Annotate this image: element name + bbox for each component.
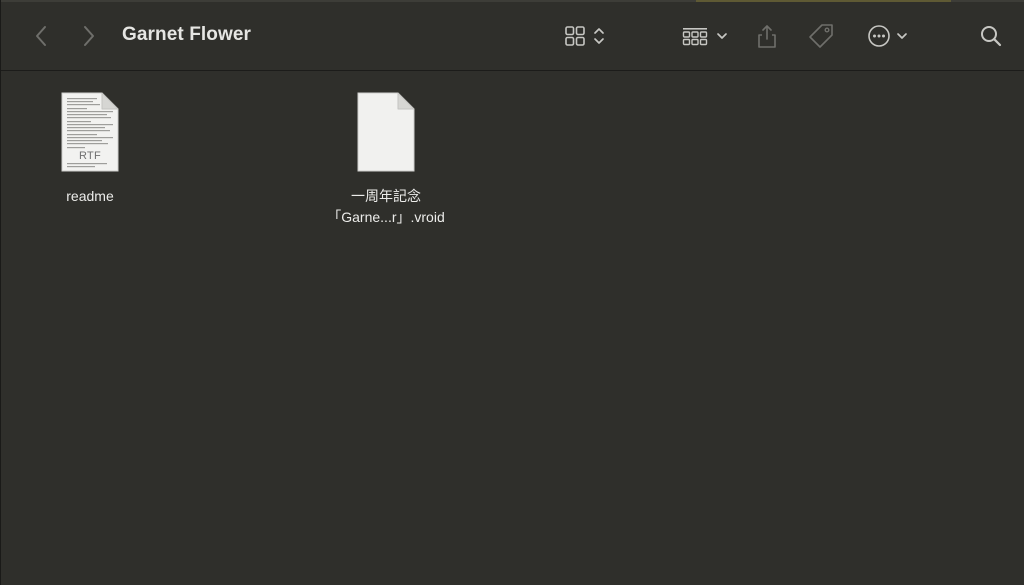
search-icon — [981, 26, 1002, 47]
window-title: Garnet Flower — [122, 24, 252, 45]
back-button[interactable] — [29, 22, 53, 50]
group-button[interactable] — [677, 22, 733, 50]
chevron-down-icon — [897, 33, 907, 39]
chevron-down-icon — [717, 33, 727, 39]
up-down-chevron-icon — [594, 28, 604, 44]
file-item-readme[interactable]: RTF readme — [10, 92, 170, 207]
share-icon — [758, 25, 776, 48]
finder-window: Garnet Flower RTF readme 一周年記念 「Garne...… — [0, 0, 1024, 585]
file-grid: RTF readme 一周年記念 「Garne...r」.vroid — [1, 71, 1024, 585]
grid-view-icon — [565, 26, 585, 46]
toolbar: Garnet Flower — [1, 2, 1024, 71]
more-actions-button[interactable] — [863, 22, 913, 50]
file-name: 一周年記念 「Garne...r」.vroid — [327, 186, 444, 228]
chevron-right-icon — [84, 26, 94, 46]
share-button[interactable] — [753, 20, 781, 52]
chevron-left-icon — [36, 26, 46, 46]
view-mode-button[interactable] — [559, 22, 611, 50]
file-name: readme — [66, 188, 114, 204]
file-item-vroid[interactable]: 一周年記念 「Garne...r」.vroid — [306, 92, 466, 228]
file-kind-label: RTF — [78, 150, 102, 162]
rtf-document-icon: RTF — [60, 92, 120, 172]
generic-document-icon — [356, 92, 416, 172]
tag-icon — [809, 24, 833, 48]
ellipsis-circle-icon — [868, 25, 890, 47]
file-name-line-1: 一周年記念 — [350, 188, 421, 204]
forward-button[interactable] — [77, 22, 101, 50]
file-name-line-2: 「Garne...r」.vroid — [327, 209, 445, 225]
search-button[interactable] — [977, 22, 1005, 50]
tag-button[interactable] — [805, 20, 837, 52]
group-by-icon — [682, 28, 708, 46]
